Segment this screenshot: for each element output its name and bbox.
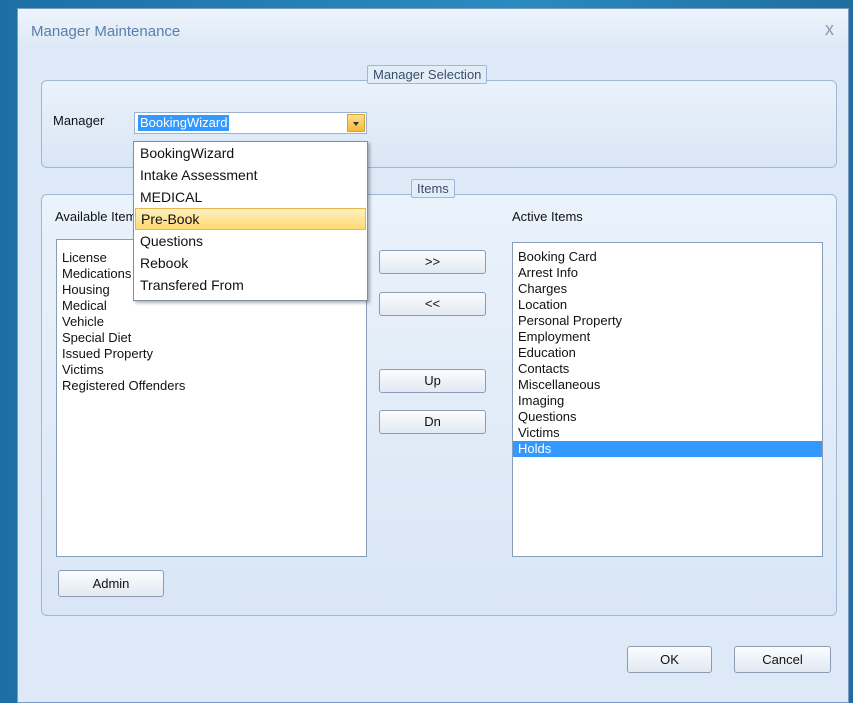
title-bar[interactable]: Manager Maintenance x [18,9,848,49]
move-down-button[interactable]: Dn [379,410,486,434]
manager-maintenance-dialog: Manager Maintenance x Manager Selection … [17,8,849,703]
remove-item-button[interactable]: << [379,292,486,316]
list-item[interactable]: Issued Property [57,346,366,362]
list-item[interactable]: Miscellaneous [513,377,822,393]
list-item[interactable]: Arrest Info [513,265,822,281]
list-item[interactable]: Education [513,345,822,361]
manager-dropdown-list[interactable]: BookingWizard Intake Assessment MEDICAL … [133,141,368,301]
list-item[interactable]: Location [513,297,822,313]
dropdown-option[interactable]: Rebook [135,252,366,274]
dropdown-option[interactable]: Intake Assessment [135,164,366,186]
dropdown-option[interactable]: MEDICAL [135,186,366,208]
chevron-down-icon[interactable] [347,114,365,132]
list-item[interactable]: Vehicle [57,314,366,330]
list-item[interactable]: Imaging [513,393,822,409]
available-items-label: Available Items [55,209,143,224]
list-item[interactable]: Questions [513,409,822,425]
list-item[interactable]: Booking Card [513,249,822,265]
list-item[interactable]: Employment [513,329,822,345]
window-title: Manager Maintenance [31,23,181,40]
list-item[interactable]: Special Diet [57,330,366,346]
manager-combobox[interactable]: BookingWizard [134,112,367,134]
dropdown-option[interactable]: Transfered From [135,274,366,296]
list-item[interactable]: Victims [57,362,366,378]
dropdown-option[interactable]: Questions [135,230,366,252]
cancel-button[interactable]: Cancel [734,646,831,673]
list-item[interactable]: Contacts [513,361,822,377]
manager-combobox-value: BookingWizard [138,115,230,131]
manager-selection-legend: Manager Selection [367,65,488,84]
list-item-selected[interactable]: Holds [513,441,822,457]
dropdown-option-highlighted[interactable]: Pre-Book [135,208,366,230]
list-item[interactable]: Victims [513,425,822,441]
list-item[interactable]: Personal Property [513,313,822,329]
list-item[interactable]: Charges [513,281,822,297]
move-up-button[interactable]: Up [379,369,486,393]
active-items-label: Active Items [512,209,583,224]
items-legend: Items [411,179,455,198]
manager-label: Manager [53,113,105,128]
list-item[interactable]: Registered Offenders [57,378,366,394]
add-item-button[interactable]: >> [379,250,486,274]
ok-button[interactable]: OK [627,646,712,673]
admin-button[interactable]: Admin [58,570,164,597]
close-icon[interactable]: x [825,19,834,40]
active-items-list[interactable]: Booking Card Arrest Info Charges Locatio… [512,242,823,557]
dropdown-option[interactable]: BookingWizard [135,142,366,164]
